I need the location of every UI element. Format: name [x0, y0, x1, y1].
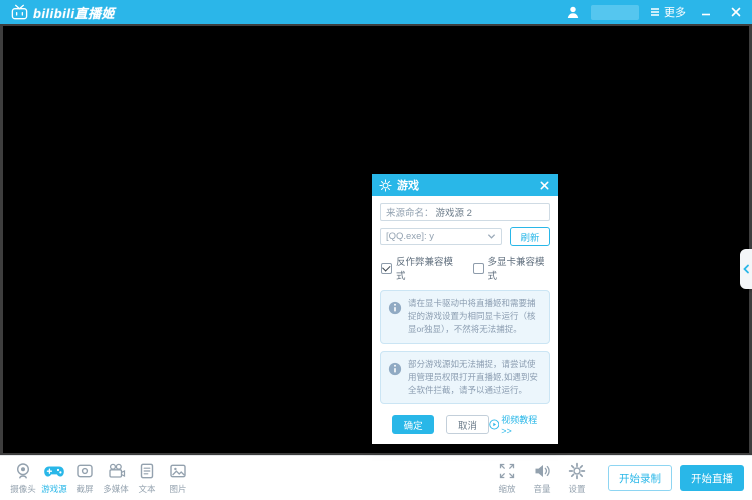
expand-icon [497, 461, 517, 481]
admin-info-box: 部分游戏源如无法捕捉，请尝试使用管理员权限打开直播姬,如遇到安全软件拦截，请予以… [380, 351, 550, 405]
chevron-left-icon [742, 264, 750, 274]
anticheat-checkbox-label: 反作弊兼容模式 [396, 254, 459, 282]
source-name-label: 来源命名： [386, 205, 434, 219]
source-game-button[interactable]: 游戏源 [39, 461, 69, 495]
source-game-label: 游戏源 [41, 483, 67, 495]
text-icon [137, 461, 157, 481]
game-source-dialog: 游戏 来源命名： 游戏源 2 [QQ.exe]: y [372, 174, 558, 444]
start-record-label: 开始录制 [619, 471, 661, 486]
bilibili-tv-icon [10, 3, 29, 22]
gpu-info-text: 请在显卡驱动中将直播姬和需要捕捉的游戏设置为相同显卡运行（核显or独显），不然将… [408, 297, 542, 337]
app-title: bilibili直播姬 [33, 3, 115, 22]
process-select[interactable]: [QQ.exe]: y [380, 228, 502, 245]
image-icon [168, 461, 188, 481]
minimize-icon [700, 6, 712, 18]
scale-label: 缩放 [498, 483, 515, 495]
more-menu-button[interactable]: 更多 [649, 4, 686, 20]
play-circle-icon [489, 419, 500, 430]
more-label: 更多 [664, 4, 686, 20]
multigpu-checkbox[interactable] [473, 263, 484, 274]
gpu-info-box: 请在显卡驱动中将直播姬和需要捕捉的游戏设置为相同显卡运行（核显or独显），不然将… [380, 290, 550, 344]
cancel-button[interactable]: 取消 [446, 415, 488, 434]
process-select-value: [QQ.exe]: y [386, 231, 487, 242]
webcam-icon [13, 461, 33, 481]
media-icon [106, 461, 126, 481]
volume-icon [532, 461, 552, 481]
start-record-button[interactable]: 开始录制 [608, 465, 672, 491]
info-icon [388, 362, 402, 376]
minimize-button[interactable] [696, 2, 716, 22]
screen-capture-icon [75, 461, 95, 481]
close-icon [730, 6, 742, 18]
video-tutorial-link[interactable]: 视频教程>> [489, 413, 546, 436]
username-field[interactable] [591, 5, 639, 20]
source-image-label: 图片 [169, 483, 186, 495]
anticheat-checkbox[interactable] [381, 263, 392, 274]
start-live-label: 开始直播 [691, 471, 733, 486]
gamepad-icon [43, 461, 65, 481]
settings-button[interactable]: 设置 [562, 461, 592, 495]
source-text-button[interactable]: 文本 [132, 461, 162, 495]
ok-button[interactable]: 确定 [392, 415, 434, 434]
close-icon [539, 180, 550, 191]
close-window-button[interactable] [726, 2, 746, 22]
source-image-button[interactable]: 图片 [163, 461, 193, 495]
source-screen-button[interactable]: 截屏 [70, 461, 100, 495]
settings-label: 设置 [568, 483, 585, 495]
ok-button-label: 确定 [404, 418, 423, 432]
bottom-toolbar: 摄像头 游戏源 截屏 多媒体 文本 [0, 455, 752, 500]
stage-frame: 游戏 来源命名： 游戏源 2 [QQ.exe]: y [0, 24, 752, 455]
dialog-body: 来源命名： 游戏源 2 [QQ.exe]: y 刷新 反作弊兼容模式 [372, 196, 558, 444]
source-camera-label: 摄像头 [10, 483, 36, 495]
dialog-header[interactable]: 游戏 [372, 174, 558, 196]
volume-button[interactable]: 音量 [527, 461, 557, 495]
titlebar: bilibili直播姬 更多 [0, 0, 752, 24]
source-media-button[interactable]: 多媒体 [101, 461, 131, 495]
volume-label: 音量 [533, 483, 550, 495]
user-icon[interactable] [565, 4, 581, 20]
source-screen-label: 截屏 [76, 483, 93, 495]
menu-icon [649, 6, 661, 18]
bulb-icon [378, 178, 393, 193]
multigpu-checkbox-label: 多显卡兼容模式 [488, 254, 551, 282]
info-icon [388, 301, 402, 315]
source-media-label: 多媒体 [103, 483, 129, 495]
side-panel-toggle[interactable] [740, 249, 752, 289]
source-name-value: 游戏源 2 [436, 205, 544, 219]
chevron-down-icon [487, 233, 496, 240]
dialog-close-button[interactable] [536, 177, 552, 193]
start-live-button[interactable]: 开始直播 [680, 465, 744, 491]
source-camera-button[interactable]: 摄像头 [8, 461, 38, 495]
cancel-button-label: 取消 [458, 418, 477, 432]
admin-info-text: 部分游戏源如无法捕捉，请尝试使用管理员权限打开直播姬,如遇到安全软件拦截，请予以… [408, 358, 542, 398]
app-logo: bilibili直播姬 [10, 3, 115, 22]
dialog-title: 游戏 [397, 177, 419, 193]
anticheat-checkbox-group: 反作弊兼容模式 [381, 254, 459, 282]
multigpu-checkbox-group: 多显卡兼容模式 [473, 254, 551, 282]
source-name-input[interactable]: 来源命名： 游戏源 2 [380, 203, 550, 221]
refresh-button-label: 刷新 [520, 230, 539, 244]
source-text-label: 文本 [138, 483, 155, 495]
refresh-button[interactable]: 刷新 [510, 227, 550, 246]
scale-button[interactable]: 缩放 [492, 461, 522, 495]
video-tutorial-label: 视频教程>> [501, 413, 546, 436]
gear-icon [567, 461, 587, 481]
